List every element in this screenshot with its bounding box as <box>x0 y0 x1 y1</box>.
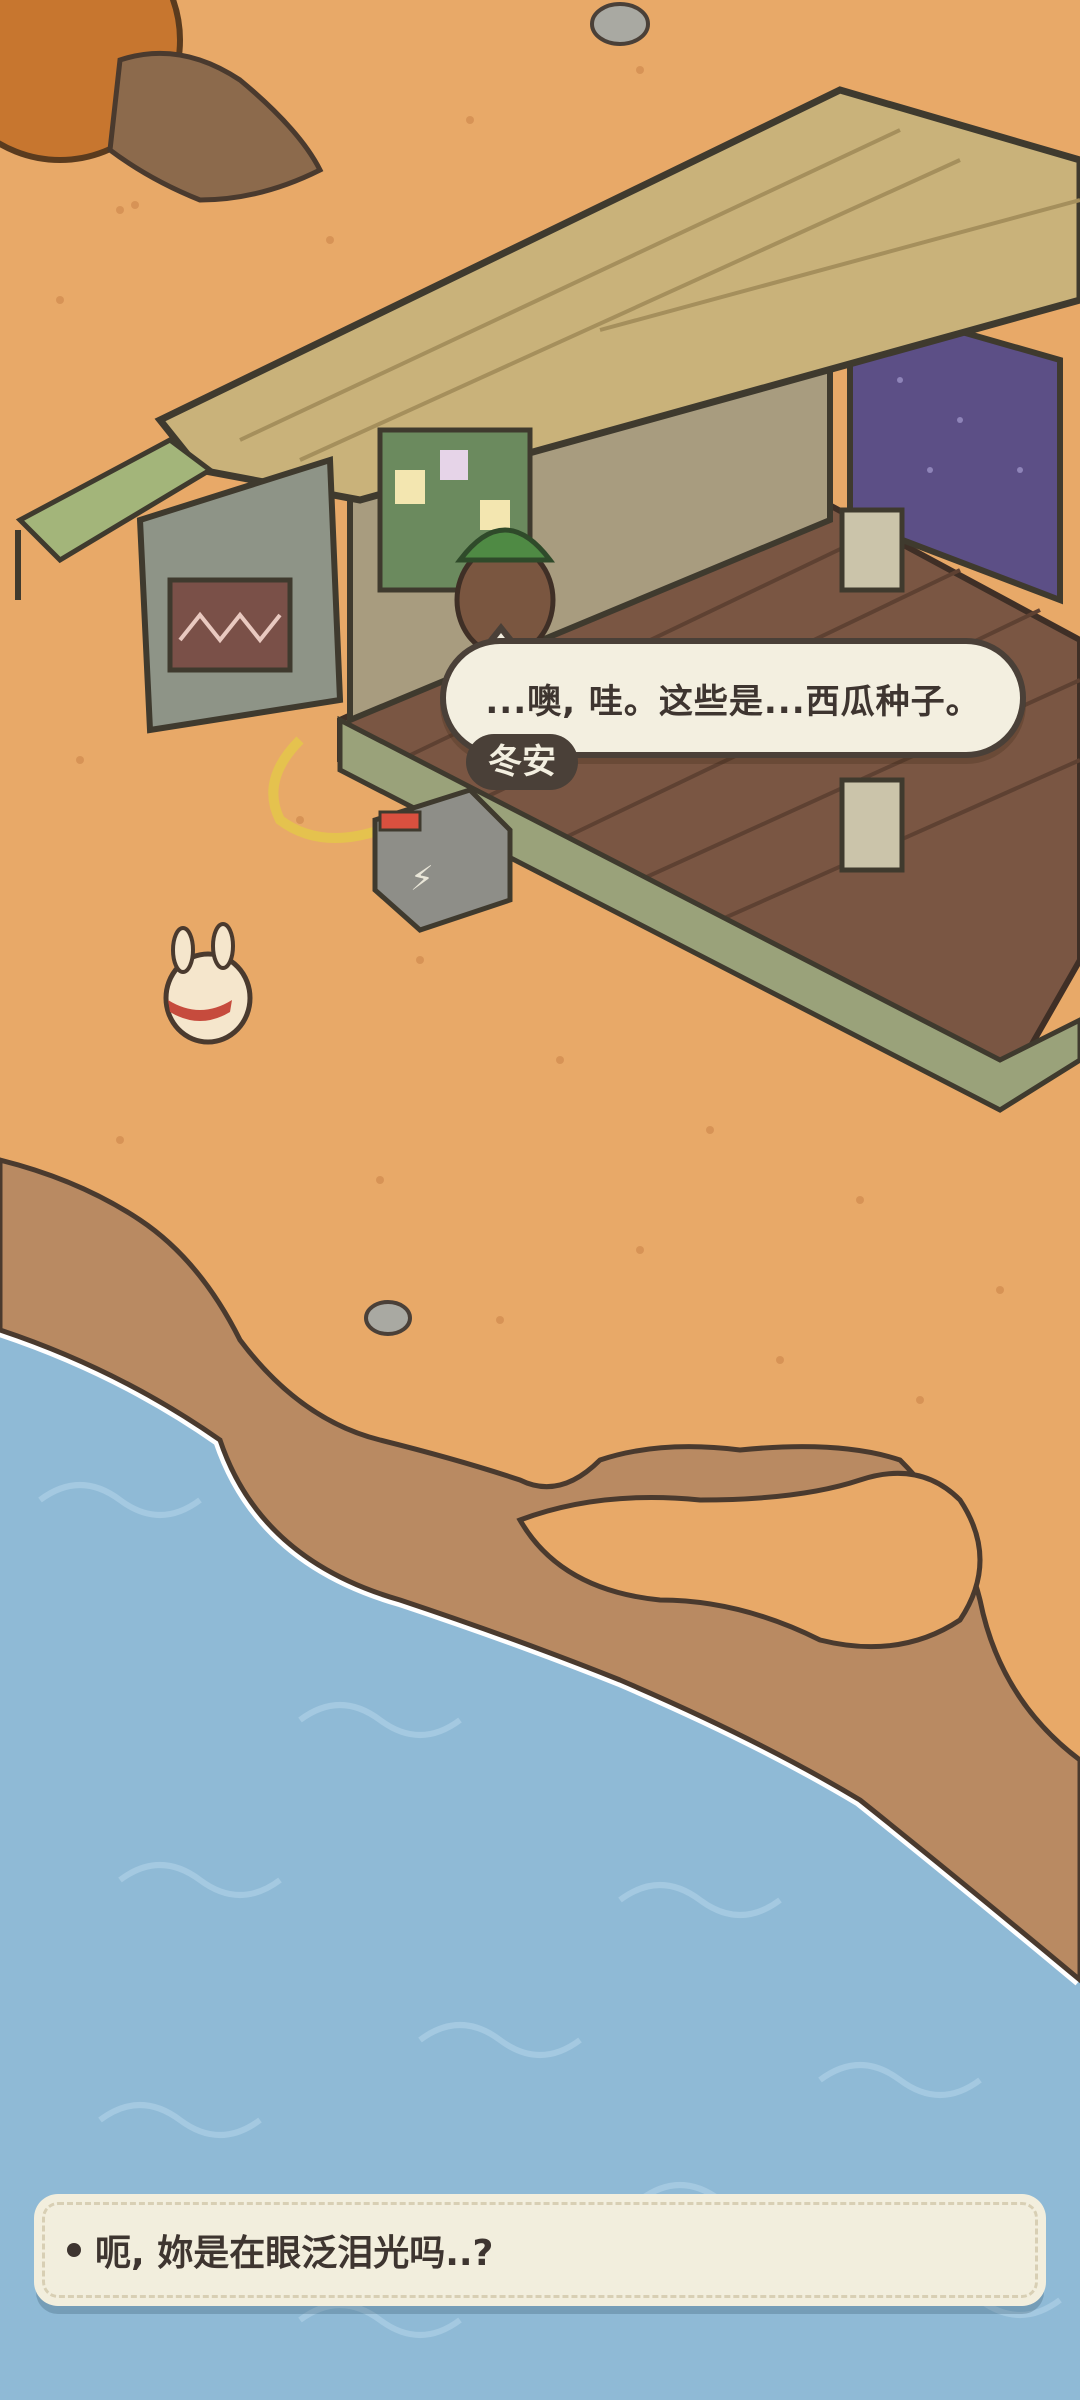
pedestal <box>839 777 905 873</box>
beach-scene-art: ⚡ <box>0 0 1080 2400</box>
rock <box>364 1300 412 1336</box>
game-scene[interactable]: ⚡ <box>0 0 1080 2400</box>
speaker-name-tag: 冬安 <box>466 734 578 790</box>
lightning-icon: ⚡ <box>410 859 434 899</box>
dialogue-choice-option[interactable]: 呃, 妳是在眼泛泪光吗..? <box>36 2196 1044 2304</box>
dialogue-line: ...噢, 哇。这些是...西瓜种子。 <box>485 681 981 722</box>
rock <box>590 2 650 46</box>
pedestal <box>839 507 905 593</box>
bullet-icon <box>67 2243 81 2257</box>
choice-text: 呃, 妳是在眼泛泪光吗..? <box>95 2233 494 2274</box>
